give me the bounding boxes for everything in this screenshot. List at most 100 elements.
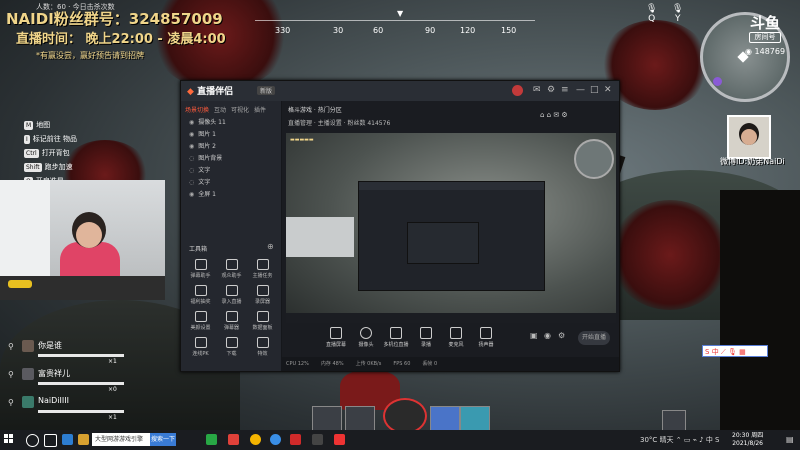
streaming-app-window[interactable]: ◆ 直播伴侣 新版 ✉ ⚙ ≡ — □ ✕ 场景切换 互动 可视化 插件 ◉ 摄像头 1… (180, 80, 620, 372)
eye-icon[interactable]: ◉ (544, 331, 551, 340)
app-icon[interactable] (206, 434, 217, 445)
app-sidebar: 场景切换 互动 可视化 插件 ◉ 摄像头 11 ◉ 图片 1 ◉ 图片 2 ◌ 图片背景 ◌ 文… (181, 101, 282, 371)
app-logo-icon: ◆ (187, 87, 198, 97)
app-main: 格斗游戏 · 热门分区 直播管理 · 主播设置 · 粉丝数 414576 ⌂ ⌂… (282, 101, 619, 371)
tool-danmu[interactable]: 弹幕助手 (185, 259, 216, 281)
tool-task[interactable]: 主播任务 (247, 259, 278, 281)
tool-beauty[interactable]: 美颜设置 (185, 311, 216, 333)
app-icon[interactable] (312, 434, 323, 445)
compass-pointer-icon: ▼ (397, 9, 404, 18)
keybind-row: Shift 跑步加速 (24, 163, 73, 172)
eye-icon: ◌ (189, 179, 195, 186)
edge-icon[interactable] (62, 434, 73, 445)
menu-icon[interactable]: ≡ (561, 85, 569, 95)
tab-interact[interactable]: 互动 (214, 107, 226, 114)
avatar (22, 368, 34, 380)
chrome-icon[interactable] (250, 434, 261, 445)
multi-camera-button[interactable]: 多机位直播 (382, 327, 410, 348)
red-maple-tree (610, 200, 730, 310)
screen-source-button[interactable]: 直播屏幕 (322, 327, 350, 348)
tool-danmu-machine[interactable]: 弹幕器 (216, 311, 247, 333)
toolbar-icons[interactable]: ⌂ ⌂ ✉ ⚙ (540, 111, 568, 119)
hotbar-slot[interactable] (662, 410, 686, 432)
folder-icon[interactable] (78, 434, 89, 445)
microphone-button[interactable]: 麦克风 (442, 327, 470, 348)
eye-icon: ◉ (189, 131, 195, 138)
minimize-icon[interactable]: — (576, 85, 585, 95)
notification-icon[interactable]: ▤ (786, 435, 794, 444)
windows-start-icon[interactable] (4, 434, 14, 444)
squad-member: ⚲ 富贵祥儿 ×0 (8, 368, 128, 396)
taskbar-search-input[interactable]: 大型网游游戏引擎 (92, 433, 154, 446)
preview-webcam (286, 217, 354, 257)
eye-icon: ◉ (745, 47, 755, 56)
scene-item[interactable]: ◉ 图片 2 (181, 141, 281, 153)
stream-preview[interactable]: ▬▬▬▬▬ (286, 133, 616, 323)
task-view-icon[interactable] (44, 434, 57, 447)
compass-mark: 60 (373, 26, 384, 35)
streamer-avatar (727, 115, 771, 159)
mouse (8, 280, 32, 288)
record-button[interactable]: 录播 (412, 327, 440, 348)
scene-list: ◉ 摄像头 11 ◉ 图片 1 ◉ 图片 2 ◌ 图片背景 ◌ 文字 ◌ 文字 ◉ 全屏 1 (181, 117, 281, 201)
tool-effects[interactable]: 特效 (247, 337, 278, 359)
toolbox-title: 工具箱 (189, 246, 208, 253)
skill-wheel-icon[interactable] (383, 398, 427, 434)
start-live-button[interactable]: 开始直播 (578, 331, 610, 345)
tool-record-live[interactable]: 录入直播 (216, 285, 247, 307)
message-icon[interactable]: ✉ (533, 85, 541, 95)
microphone-icon: 🎙 (672, 4, 684, 14)
scene-item[interactable]: ◌ 文字 (181, 177, 281, 189)
eye-icon: ◌ (189, 167, 195, 174)
control-row: 直播屏幕 摄像头 多机位直播 录播 麦克风 扬声器 ▣ ◉ ⚙ 开始直播 (282, 323, 619, 353)
tool-download[interactable]: 下载 (216, 337, 247, 359)
notice-text: *有赢没尝，赢好预告请到招牌 (36, 51, 144, 60)
tab-plugins[interactable]: 插件 (254, 107, 266, 114)
app-icon[interactable] (270, 434, 281, 445)
webcam-feed (0, 180, 165, 300)
scene-item[interactable]: ◉ 全屏 1 (181, 189, 281, 201)
squad-member: ⚲ 你是谁 ×1 (8, 340, 128, 368)
app-icon[interactable] (290, 434, 301, 445)
preview-overlay-text: ▬▬▬▬▬ (290, 137, 314, 143)
speaker-button[interactable]: 扬声器 (472, 327, 500, 348)
squad-list: ⚲ 你是谁 ×1 ⚲ 富贵祥儿 ×0 ⚲ NaiDiIIII ×1 (8, 340, 128, 424)
system-tray[interactable]: 30°C 晴天 ⌃ ▭ ⌁ ♪ 中 S (640, 435, 720, 445)
douyu-logo: 斗鱼 房间号 (749, 14, 781, 43)
app-icon[interactable] (228, 434, 239, 445)
app-title: ◆ 直播伴侣 (187, 87, 234, 97)
tab-visual[interactable]: 可视化 (231, 107, 249, 114)
keybind-row: I 标记前往 物品 (24, 135, 78, 144)
room-id: ◉ 148769 (745, 47, 786, 56)
scene-item[interactable]: ◌ 文字 (181, 165, 281, 177)
tool-audience[interactable]: 观众助手 (216, 259, 247, 281)
gear-icon[interactable]: ⚙ (558, 331, 565, 340)
tool-pk[interactable]: 连线PK (185, 337, 216, 359)
tool-data[interactable]: 数据面板 (247, 311, 278, 333)
app-icon[interactable] (334, 434, 345, 445)
scene-item[interactable]: ◌ 图片背景 (181, 153, 281, 165)
tab-scenes[interactable]: 场景切换 (185, 107, 209, 114)
video-camera-icon[interactable]: ▣ (530, 331, 538, 340)
ime-indicator[interactable]: S 中 ⟋ 🎙 ▦ (702, 345, 768, 357)
toolbox-grid: 弹幕助手 观众助手 主播任务 福利抽奖 录入直播 录屏器 美颜设置 弹幕器 数据… (185, 259, 279, 363)
maximize-icon[interactable]: □ (590, 85, 599, 95)
scene-item[interactable]: ◉ 摄像头 11 (181, 117, 281, 129)
user-avatar[interactable] (512, 85, 523, 96)
add-tool-icon[interactable]: ⊕ (267, 242, 274, 251)
tool-recorder[interactable]: 录屏器 (247, 285, 278, 307)
tool-lottery[interactable]: 福利抽奖 (185, 285, 216, 307)
compass-bar: ▼ 330 30 60 90 120 150 (255, 9, 535, 42)
camera-button[interactable]: 摄像头 (352, 327, 380, 348)
live-time-text: 直播时间： 晚上22:00 - 凌晨4:00 (16, 32, 226, 47)
tree-trunk (720, 190, 800, 430)
search-icon[interactable] (26, 434, 39, 447)
clock[interactable]: 20:30 周四 2021/8/26 (732, 432, 763, 448)
taskbar-search-button[interactable]: 搜索一下 (150, 433, 176, 446)
gear-icon[interactable]: ⚙ (547, 85, 555, 95)
eye-icon: ◉ (189, 143, 195, 150)
scene-item[interactable]: ◉ 图片 1 (181, 129, 281, 141)
location-pin-icon: ⚲ (8, 398, 14, 407)
close-icon[interactable]: ✕ (604, 85, 612, 95)
location-pin-icon: ⚲ (8, 370, 14, 379)
